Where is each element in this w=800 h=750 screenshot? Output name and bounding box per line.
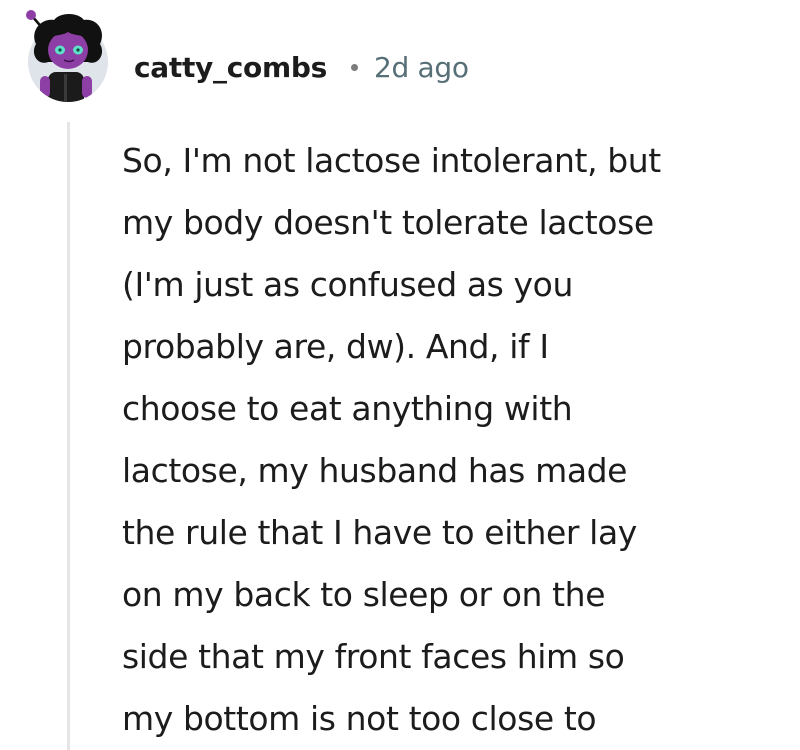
comment-body-line: my body doesn't tolerate lactose xyxy=(122,203,654,242)
comment-body-line: So, I'm not lactose intolerant, but xyxy=(122,141,661,180)
username-link[interactable]: catty_combs xyxy=(134,51,327,84)
separator-dot xyxy=(350,63,358,71)
user-avatar[interactable] xyxy=(22,10,114,108)
comment-body: So, I'm not lactose intolerant, but my b… xyxy=(122,130,792,750)
thread-collapse-line[interactable] xyxy=(67,122,70,750)
comment-body-line: side that my front faces him so xyxy=(122,637,625,676)
comment: catty_combs 2d ago So, I'm not lactose i… xyxy=(0,0,800,750)
comment-body-line: the rule that I have to either lay xyxy=(122,513,637,552)
comment-body-line: choose to eat anything with xyxy=(122,389,573,428)
comment-header: catty_combs 2d ago xyxy=(134,42,469,92)
snoo-avatar-icon xyxy=(26,10,108,102)
comment-timestamp[interactable]: 2d ago xyxy=(374,51,469,84)
comment-body-line: (I'm just as confused as you xyxy=(122,265,573,304)
comment-body-line: probably are, dw). And, if I xyxy=(122,327,549,366)
comment-body-line: lactose, my husband has made xyxy=(122,451,628,490)
comment-body-line: my bottom is not too close to xyxy=(122,699,597,738)
comment-body-line: on my back to sleep or on the xyxy=(122,575,606,614)
